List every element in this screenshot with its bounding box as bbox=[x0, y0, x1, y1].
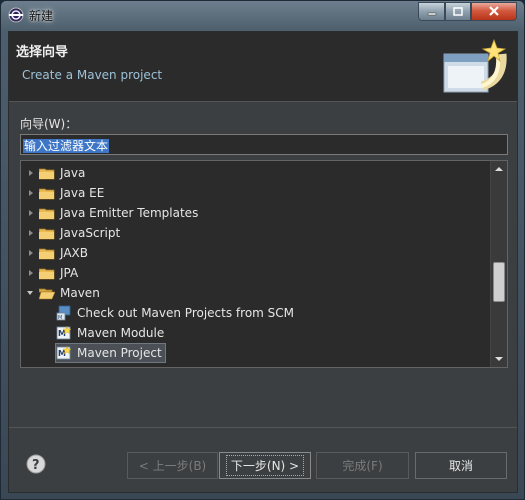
close-button[interactable] bbox=[471, 2, 517, 21]
folder-icon bbox=[39, 228, 55, 239]
tree-item-java-ee[interactable]: Java EE bbox=[27, 183, 104, 203]
scroll-thumb[interactable] bbox=[493, 262, 505, 302]
folder-icon bbox=[39, 208, 55, 219]
tree-item-label: Maven bbox=[60, 286, 100, 300]
next-button[interactable]: 下一步(N) > bbox=[219, 452, 311, 479]
tree-item-label: Maven Module bbox=[77, 326, 165, 340]
help-icon[interactable]: ? bbox=[26, 454, 46, 474]
maven-project-icon: M bbox=[56, 345, 72, 360]
next-button-label: 下一步(N) > bbox=[225, 455, 305, 476]
tree-item-maven-module[interactable]: M Maven Module bbox=[56, 323, 164, 343]
eclipse-icon bbox=[8, 7, 24, 23]
dialog-window: 新建 选择向导 Create a Maven project 向导(W)： 输入… bbox=[0, 0, 525, 500]
cancel-button[interactable]: 取消 bbox=[415, 452, 507, 479]
scm-checkout-icon: M bbox=[56, 305, 71, 321]
collapse-icon[interactable] bbox=[27, 287, 37, 299]
tree-scrollbar[interactable] bbox=[490, 161, 507, 367]
expand-icon[interactable] bbox=[27, 227, 37, 239]
filter-input-text: 输入过滤器文本 bbox=[23, 139, 110, 153]
filter-input[interactable]: 输入过滤器文本 bbox=[20, 134, 508, 155]
close-icon bbox=[489, 6, 499, 16]
folder-icon bbox=[39, 168, 55, 179]
filter-label: 向导(W)： bbox=[20, 117, 78, 131]
folder-icon bbox=[39, 248, 55, 259]
tree-item-label: Java EE bbox=[60, 186, 105, 200]
wizard-banner-icon bbox=[443, 38, 507, 93]
back-button[interactable]: < 上一步(B) bbox=[127, 452, 218, 479]
wizard-tree[interactable]: Java Java EE Java Emitter Templates Java… bbox=[20, 160, 508, 368]
expand-icon[interactable] bbox=[27, 247, 37, 259]
scroll-up-icon[interactable] bbox=[491, 161, 507, 177]
tree-item-label: JPA bbox=[60, 266, 79, 280]
tree-item-label: JavaScript bbox=[60, 226, 121, 240]
svg-text:M: M bbox=[58, 315, 62, 321]
minimize-button[interactable] bbox=[418, 2, 445, 21]
maximize-button[interactable] bbox=[445, 2, 471, 21]
folder-icon bbox=[39, 268, 55, 279]
scroll-down-icon[interactable] bbox=[491, 351, 507, 367]
window-title: 新建 bbox=[29, 9, 54, 23]
minimize-icon bbox=[427, 12, 436, 15]
svg-text:?: ? bbox=[32, 458, 40, 473]
tree-item-checkout-scm[interactable]: M Check out Maven Projects from SCM bbox=[56, 303, 294, 323]
tree-item-label: Java bbox=[60, 166, 86, 180]
page-title: 选择向导 bbox=[16, 45, 69, 60]
tree-item-java[interactable]: Java bbox=[27, 163, 85, 183]
expand-icon[interactable] bbox=[27, 167, 37, 179]
tree-item-jpa[interactable]: JPA bbox=[27, 263, 78, 283]
tree-item-label: JAXB bbox=[60, 246, 88, 260]
tree-item-label: Java Emitter Templates bbox=[60, 206, 199, 220]
finish-button[interactable]: 完成(F) bbox=[316, 452, 409, 479]
tree-item-maven-project[interactable]: M Maven Project bbox=[55, 343, 166, 363]
tree-item-maven[interactable]: Maven bbox=[27, 283, 100, 303]
tree-item-jaxb[interactable]: JAXB bbox=[27, 243, 88, 263]
maximize-icon bbox=[453, 6, 463, 16]
expand-icon[interactable] bbox=[27, 187, 37, 199]
footer-separator bbox=[9, 427, 517, 428]
tree-item-java-emitter-templates[interactable]: Java Emitter Templates bbox=[27, 203, 198, 223]
title-bar[interactable]: 新建 bbox=[1, 1, 524, 29]
page-description: Create a Maven project bbox=[22, 68, 163, 82]
maven-module-icon: M bbox=[56, 325, 72, 340]
wizard-dialog: 选择向导 Create a Maven project 向导(W)： 输入过滤器… bbox=[8, 31, 518, 493]
tree-item-label: Maven Project bbox=[77, 346, 162, 360]
wizard-header: 选择向导 Create a Maven project bbox=[9, 32, 517, 102]
expand-icon[interactable] bbox=[27, 207, 37, 219]
folder-open-icon bbox=[39, 288, 55, 299]
tree-item-label: Check out Maven Projects from SCM bbox=[77, 306, 295, 320]
folder-icon bbox=[39, 188, 55, 199]
expand-icon[interactable] bbox=[27, 267, 37, 279]
tree-item-javascript[interactable]: JavaScript bbox=[27, 223, 120, 243]
